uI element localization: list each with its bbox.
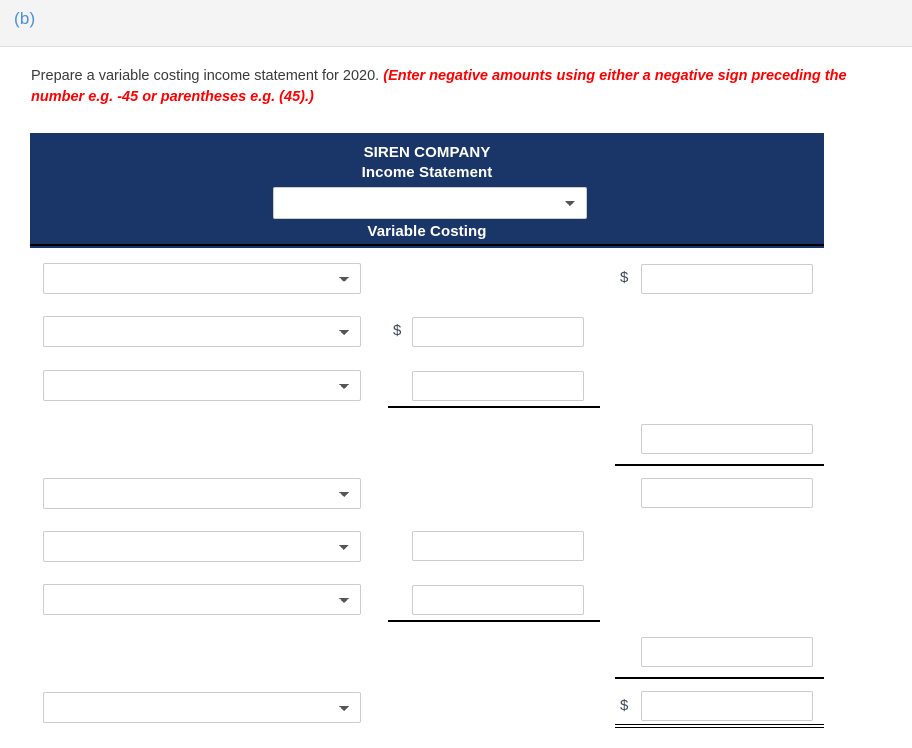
account-select-row-2[interactable] <box>43 316 361 347</box>
account-select-row-1[interactable] <box>43 263 361 294</box>
currency-symbol-row-1: $ <box>620 269 629 286</box>
subtotal-rule-right-1 <box>615 464 824 466</box>
amount-input-row-7-mid[interactable] <box>412 585 584 615</box>
total-double-rule <box>615 724 824 728</box>
part-header-bar: (b) <box>0 0 912 47</box>
amount-input-row-1-right[interactable] <box>641 264 813 294</box>
instructions-text: Prepare a variable costing income statem… <box>31 66 899 108</box>
account-select-row-3[interactable] <box>43 370 361 401</box>
amount-input-row-5-right[interactable] <box>641 478 813 508</box>
amount-input-row-4-right[interactable] <box>641 424 813 454</box>
part-label: (b) <box>14 9 36 28</box>
account-select-row-5[interactable] <box>43 478 361 509</box>
subtotal-rule-mid-1 <box>388 406 600 408</box>
amount-input-row-9-right[interactable] <box>641 691 813 721</box>
amount-input-row-8-right[interactable] <box>641 637 813 667</box>
period-select[interactable] <box>273 187 587 219</box>
account-select-row-6[interactable] <box>43 531 361 562</box>
currency-symbol-row-9: $ <box>620 697 629 714</box>
subtotal-rule-right-2 <box>615 677 824 679</box>
currency-symbol-row-2: $ <box>393 322 402 339</box>
account-select-row-7[interactable] <box>43 584 361 615</box>
statement-header: SIREN COMPANY Income Statement Variable … <box>30 133 824 248</box>
subtotal-rule-mid-2 <box>388 620 600 622</box>
amount-input-row-6-mid[interactable] <box>412 531 584 561</box>
instructions-main: Prepare a variable costing income statem… <box>31 68 384 84</box>
account-select-row-9[interactable] <box>43 692 361 723</box>
amount-input-row-3-mid[interactable] <box>412 371 584 401</box>
company-name: SIREN COMPANY <box>363 144 491 161</box>
costing-basis-label: Variable Costing <box>367 223 487 240</box>
amount-input-row-2-mid[interactable] <box>412 317 584 347</box>
statement-title: Income Statement <box>361 164 493 181</box>
income-statement-table: SIREN COMPANY Income Statement Variable … <box>30 133 824 748</box>
header-bottom-rule <box>30 244 824 246</box>
